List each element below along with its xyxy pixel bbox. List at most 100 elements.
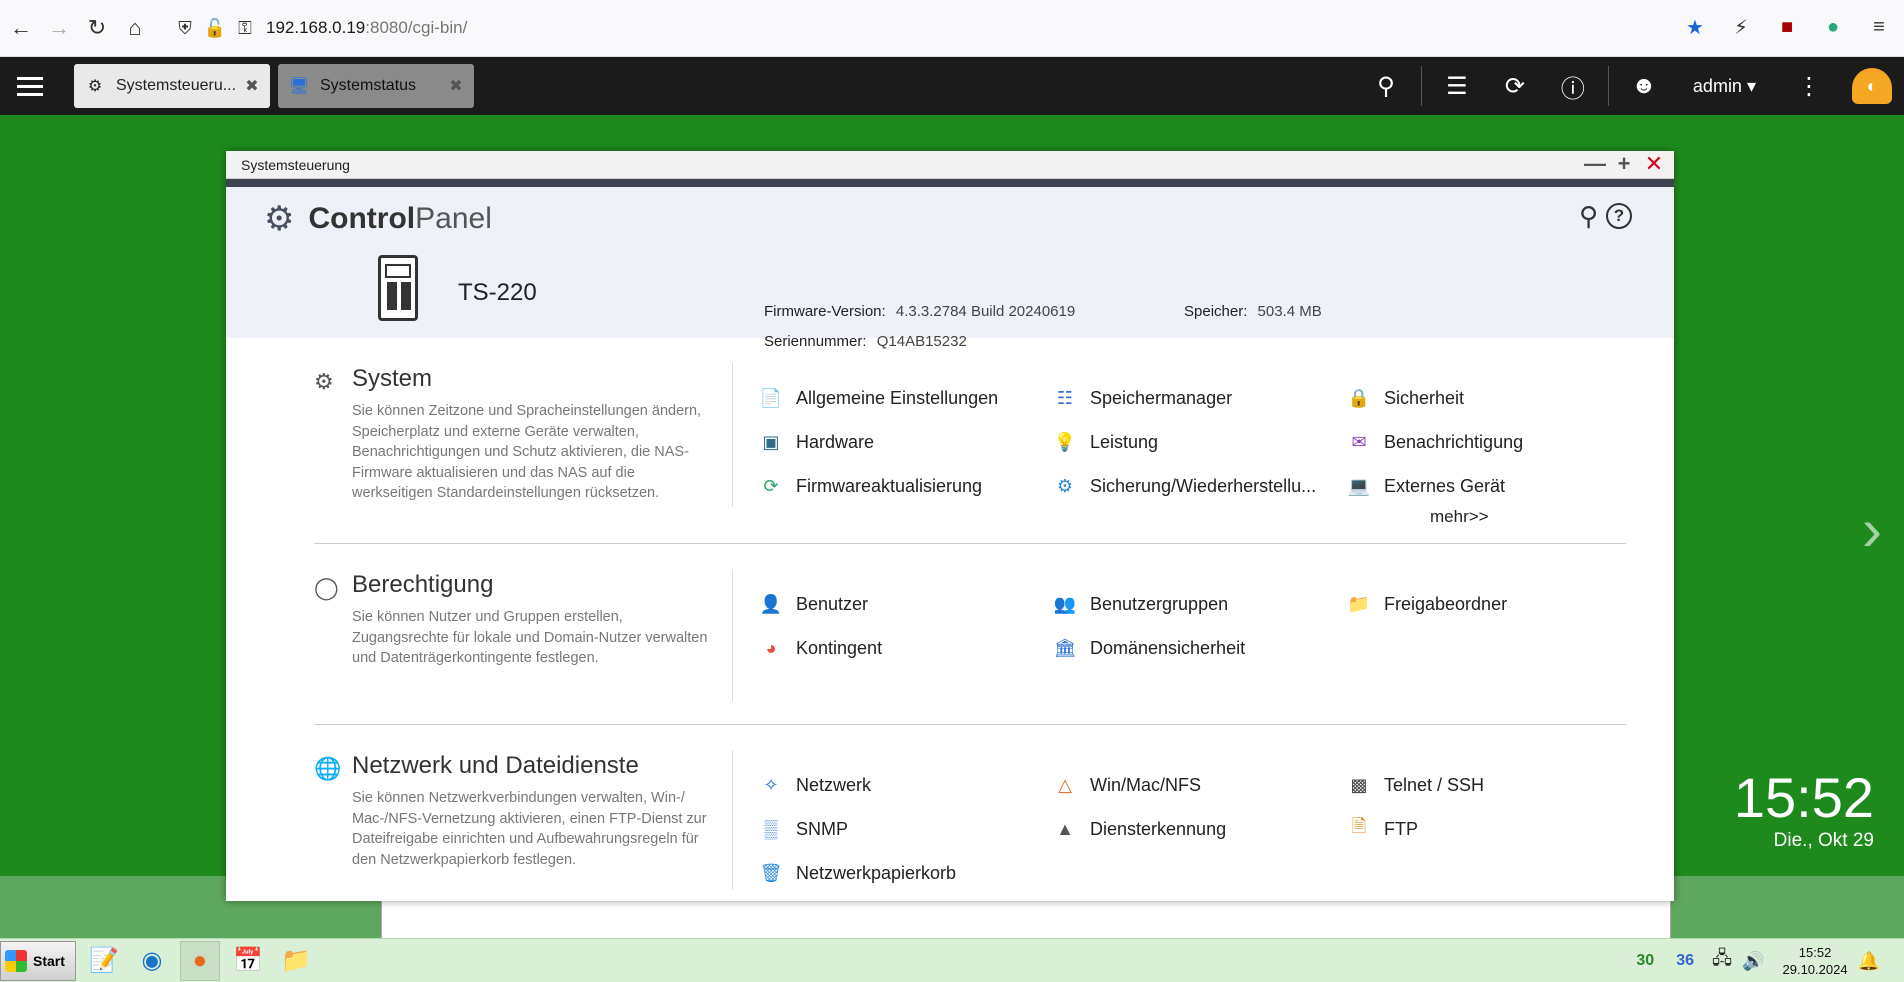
model-name: TS-220 — [458, 279, 537, 306]
item-benachrichtigung[interactable]: ✉ Benachrichtigung — [1346, 429, 1523, 455]
next-page-arrow-icon[interactable]: › — [1862, 495, 1882, 564]
item-leistung[interactable]: 💡 Leistung — [1052, 429, 1158, 455]
item-win-mac-nfs[interactable]: △ Win/Mac/NFS — [1052, 772, 1201, 798]
terminal-icon: ▩ — [1350, 774, 1368, 795]
dashboard-gauge-icon[interactable]: ◐ — [1852, 68, 1892, 104]
back-icon[interactable]: ← — [4, 11, 38, 45]
more-link[interactable]: mehr>> — [1430, 507, 1489, 527]
item-freigabeordner[interactable]: 📁 Freigabeordner — [1346, 591, 1507, 617]
memory-info: Speicher: 503.4 MB — [1184, 303, 1322, 320]
notification-bell-icon[interactable]: 🔔 — [1858, 951, 1880, 972]
title-bold: Control — [308, 202, 416, 235]
firmware-value: 4.3.3.2784 Build 20240619 — [895, 303, 1076, 320]
search-icon[interactable]: ⚲ — [1579, 201, 1598, 232]
thunderbird-icon[interactable]: ◉ — [132, 941, 172, 981]
item-firmwareaktualisierung[interactable]: ⟳ Firmwareaktualisierung — [758, 473, 982, 499]
notepad-icon[interactable]: 📝 — [84, 941, 124, 981]
serial-value: Q14AB15232 — [876, 333, 967, 350]
item-label: SNMP — [796, 818, 849, 839]
item-sicherung[interactable]: ⚙ Sicherung/Wiederherstellu... — [1052, 473, 1316, 499]
network-monitor-icon[interactable]: 🖧 — [1712, 946, 1732, 976]
address-bar[interactable]: ⛨ 🔓 ⚿ 192.168.0.19:8080/cgi-bin/ — [170, 11, 467, 45]
item-label: Speichermanager — [1090, 387, 1233, 408]
item-benutzer[interactable]: 👤 Benutzer — [758, 591, 868, 617]
item-speichermanager[interactable]: ☷ Speichermanager — [1052, 385, 1232, 411]
info-icon[interactable]: ⓘ — [1544, 57, 1602, 115]
item-benutzergruppen[interactable]: 👥 Benutzergruppen — [1052, 591, 1228, 617]
extensions-icon[interactable]: ⚡ — [1726, 12, 1756, 42]
window-title: Systemsteuerung — [241, 156, 350, 173]
home-icon[interactable]: ⌂ — [118, 11, 152, 45]
shield-icon[interactable]: ⛨ — [170, 13, 200, 43]
quota-pie-icon: ◕ — [765, 637, 777, 658]
user-group-icon: 👥 — [1053, 593, 1077, 614]
task-stack-icon[interactable]: ☰ — [1428, 57, 1486, 115]
folder-icon[interactable]: 📁 — [276, 941, 316, 981]
taskbar: Start 📝 ◉ ● 📅 📁 30 36 🖧 🔊 15:52 29.10.202… — [0, 938, 1904, 982]
calculator-icon[interactable]: 📅 — [228, 941, 268, 981]
minimize-icon[interactable]: — — [1584, 153, 1606, 175]
globe-extension-icon[interactable]: ● — [1818, 12, 1848, 42]
search-icon[interactable]: ⚲ — [1357, 57, 1415, 115]
item-label: Telnet / SSH — [1384, 774, 1485, 795]
menu-icon[interactable]: ≡ — [1864, 12, 1894, 42]
reload-icon[interactable]: ↻ — [80, 11, 114, 45]
item-kontingent[interactable]: ◕ Kontingent — [758, 635, 883, 661]
service-discovery-icon: ▲ — [1056, 818, 1074, 839]
tray-clock[interactable]: 15:52 29.10.2024 — [1783, 944, 1848, 978]
bookmark-star-icon[interactable]: ★ — [1680, 12, 1710, 42]
item-netzwerk[interactable]: ✧ Netzwerk — [758, 772, 871, 798]
key-icon[interactable]: ⚿ — [230, 13, 260, 43]
user-icon[interactable]: ☻ — [1615, 57, 1673, 115]
close-icon[interactable]: ✖ — [448, 76, 464, 96]
tray-counter-green[interactable]: 30 — [1636, 952, 1654, 970]
item-label: Netzwerk — [796, 774, 872, 795]
item-label: Firmwareaktualisierung — [796, 475, 983, 496]
section-title[interactable]: Netzwerk und Dateidienste — [352, 752, 639, 780]
close-icon[interactable]: ✖ — [244, 76, 260, 96]
admin-menu[interactable]: admin ▾ — [1693, 76, 1756, 97]
item-netzwerkpapierkorb[interactable]: 🗑 Netzwerkpapierkorb — [758, 860, 957, 886]
item-snmp[interactable]: ▒ SNMP — [758, 816, 848, 842]
ublock-icon[interactable]: ■ — [1772, 12, 1802, 42]
window-titlebar[interactable]: Systemsteuerung — + ✕ — [226, 151, 1674, 179]
item-domaenensicherheit[interactable]: 🏛 Domänensicherheit — [1052, 635, 1246, 661]
section-description: Sie können Nutzer und Gruppen erstellen,… — [352, 609, 708, 666]
laptop-icon: 💻 — [1347, 475, 1371, 496]
item-label: Sicherung/Wiederherstellu... — [1090, 475, 1317, 496]
item-label: Domänensicherheit — [1090, 637, 1246, 658]
monitor-icon: 🖥 — [288, 78, 310, 95]
help-icon[interactable]: ? — [1606, 203, 1632, 229]
main-menu-icon[interactable] — [0, 57, 60, 115]
more-options-icon[interactable]: ⋮ — [1780, 57, 1838, 115]
item-diensterkennung[interactable]: ▲ Diensterkennung — [1052, 816, 1226, 842]
tab-systemstatus[interactable]: 🖥 Systemstatus ✖ — [278, 64, 474, 108]
start-button[interactable]: Start — [0, 940, 76, 981]
item-ftp[interactable]: 🗎 FTP — [1346, 816, 1418, 842]
item-hardware[interactable]: ▣ Hardware — [758, 429, 874, 455]
item-telnet-ssh[interactable]: ▩ Telnet / SSH — [1346, 772, 1484, 798]
username: admin — [1692, 75, 1742, 96]
desktop-clock: 15:52 — [1733, 766, 1874, 829]
url-text[interactable]: 192.168.0.19:8080/cgi-bin/ — [266, 18, 467, 38]
item-allgemeine-einstellungen[interactable]: 📄 Allgemeine Einstellungen — [758, 385, 998, 411]
settings-doc-icon: 📄 — [759, 387, 783, 408]
forward-icon[interactable]: → — [42, 11, 76, 45]
section-description: Sie können Netzwerkverbindungen verwalte… — [352, 790, 707, 868]
insecure-lock-icon[interactable]: 🔓 — [200, 13, 230, 43]
speaker-icon[interactable]: 🔊 — [1742, 951, 1764, 972]
gear-icon: ⚙ — [264, 200, 295, 238]
maximize-icon[interactable]: + — [1614, 153, 1634, 175]
tray-counter-blue[interactable]: 36 — [1676, 952, 1694, 970]
item-sicherheit[interactable]: 🔒 Sicherheit — [1346, 385, 1464, 411]
section-title[interactable]: Berechtigung — [352, 571, 493, 599]
sync-icon[interactable]: ⟳ — [1486, 57, 1544, 115]
tab-systemsteuerung[interactable]: ⚙ Systemsteueru... ✖ — [74, 64, 270, 108]
close-window-icon[interactable]: ✕ — [1644, 153, 1664, 175]
gear-icon: ⚙ — [87, 78, 103, 95]
item-label: Hardware — [796, 431, 875, 452]
firefox-icon[interactable]: ● — [179, 940, 220, 981]
item-externes-geraet[interactable]: 💻 Externes Gerät — [1346, 473, 1505, 499]
section-title[interactable]: System — [352, 365, 432, 393]
lightbulb-icon: 💡 — [1053, 431, 1077, 452]
